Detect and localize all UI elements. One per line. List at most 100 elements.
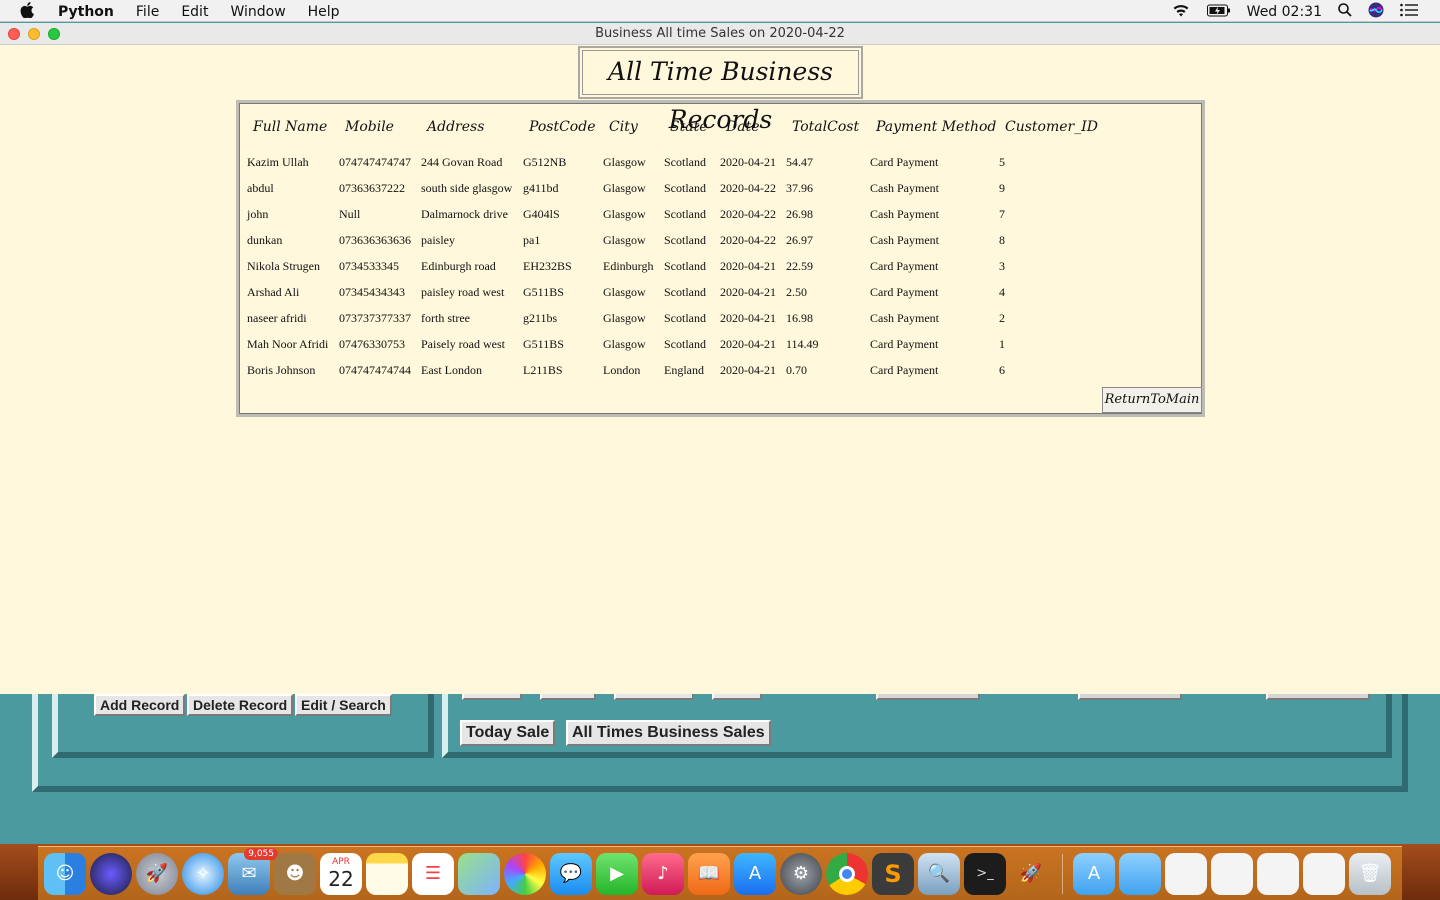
cell-full-name: john <box>247 207 269 221</box>
facetime-icon[interactable]: ▶ <box>596 852 638 895</box>
cell-customer-id: 8 <box>999 233 1005 247</box>
spotlight-search-icon[interactable] <box>1338 3 1352 21</box>
documents-folder-icon[interactable] <box>1119 852 1161 895</box>
cell-date: 2020-04-21 <box>720 259 776 273</box>
cell-mobile: 074747474744 <box>339 363 411 377</box>
today-sale-button[interactable]: Today Sale <box>460 720 556 746</box>
cell-address: forth stree <box>421 311 470 325</box>
menu-help[interactable]: Help <box>308 4 340 20</box>
cell-city: Glasgow <box>603 155 646 169</box>
cell-state: Scotland <box>664 259 706 273</box>
applications-folder-icon[interactable]: A <box>1073 852 1115 895</box>
cell-date: 2020-04-21 <box>720 155 776 169</box>
screenshot-thumbnail-icon-3[interactable] <box>1257 852 1299 895</box>
clock[interactable]: Wed 02:31 <box>1247 4 1322 20</box>
cell-date: 2020-04-22 <box>720 181 776 195</box>
col-header-postcode: PostCode <box>529 119 596 135</box>
screenshot-thumbnail-icon-2[interactable] <box>1211 852 1253 895</box>
menu-file[interactable]: File <box>136 4 159 20</box>
cell-city: Glasgow <box>603 311 646 325</box>
cell-mobile: 07476330753 <box>339 337 405 351</box>
col-header-customer-id: Customer_ID <box>1005 119 1098 135</box>
maps-icon[interactable] <box>458 852 500 895</box>
delete-record-button[interactable]: Delete Record <box>187 694 294 716</box>
chrome-icon[interactable] <box>826 852 868 895</box>
cell-mobile: 07345434343 <box>339 285 405 299</box>
cell-address: Dalmarnock drive <box>421 207 508 221</box>
cell-customer-id: 4 <box>999 285 1005 299</box>
system-preferences-icon[interactable]: ⚙ <box>780 852 822 895</box>
app-store-icon[interactable]: A <box>734 852 776 895</box>
menu-edit[interactable]: Edit <box>181 4 208 20</box>
add-record-button[interactable]: Add Record <box>94 694 186 716</box>
cell-full-name: dunkan <box>247 233 283 247</box>
cell-address: south side glasgow <box>421 181 513 195</box>
cell-postcode: g411bd <box>523 181 559 195</box>
cell-date: 2020-04-22 <box>720 233 776 247</box>
all-times-business-sales-button[interactable]: All Times Business Sales <box>566 720 771 746</box>
menu-window[interactable]: Window <box>230 4 285 20</box>
cell-full-name: Boris Johnson <box>247 363 316 377</box>
records-table-panel: Full Name Mobile Address PostCode City S… <box>236 100 1205 417</box>
cell-payment-method: Cash Payment <box>870 207 939 221</box>
cell-postcode: G511BS <box>523 285 564 299</box>
mail-icon[interactable]: ✉ 9,055 <box>228 847 278 895</box>
cell-payment-method: Cash Payment <box>870 311 939 325</box>
cell-date: 2020-04-21 <box>720 363 776 377</box>
calendar-icon[interactable]: APR 22 <box>320 852 362 895</box>
music-icon[interactable]: ♪ <box>642 852 684 895</box>
close-window-button[interactable] <box>8 28 20 40</box>
page-title: All Time Business Records <box>578 46 863 134</box>
cell-state: Scotland <box>664 233 706 247</box>
reminders-icon[interactable]: ☰ <box>412 852 454 895</box>
edit-search-button[interactable]: Edit / Search <box>295 694 392 716</box>
col-header-payment-method: Payment Method <box>876 119 997 135</box>
cell-full-name: naseer afridi <box>247 311 307 325</box>
apple-menu-icon[interactable] <box>20 2 36 22</box>
cell-customer-id: 7 <box>999 207 1005 221</box>
cell-payment-method: Cash Payment <box>870 233 939 247</box>
cell-date: 2020-04-22 <box>720 207 776 221</box>
cell-mobile: 074747474747 <box>339 155 411 169</box>
notes-icon[interactable] <box>366 852 408 895</box>
siri-dock-icon[interactable] <box>90 852 132 895</box>
safari-icon[interactable]: ✧ <box>182 852 224 895</box>
cell-city: Glasgow <box>603 233 646 247</box>
cell-payment-method: Cash Payment <box>870 181 939 195</box>
zoom-window-button[interactable] <box>48 28 60 40</box>
cell-totalcost: 2.50 <box>786 285 807 299</box>
cell-payment-method: Card Payment <box>870 363 939 377</box>
menu-app-name[interactable]: Python <box>58 4 114 20</box>
window-titlebar: Business All time Sales on 2020-04-22 <box>0 23 1440 45</box>
python-launcher-icon[interactable]: 🚀 <box>1010 853 1052 895</box>
sublime-text-icon[interactable]: S <box>872 852 914 895</box>
cell-customer-id: 2 <box>999 311 1005 325</box>
col-header-address: Address <box>427 119 485 135</box>
trash-icon[interactable]: 🗑 <box>1349 852 1391 895</box>
cell-city: Edinburgh <box>603 259 654 273</box>
col-header-city: City <box>609 119 638 135</box>
cell-totalcost: 26.97 <box>786 233 813 247</box>
wifi-icon[interactable] <box>1171 3 1191 22</box>
photos-icon[interactable] <box>504 852 546 895</box>
launchpad-icon[interactable]: 🚀 <box>136 852 178 895</box>
cell-totalcost: 114.49 <box>786 337 819 351</box>
mail-badge: 9,055 <box>244 847 278 860</box>
screenshot-thumbnail-icon[interactable] <box>1165 852 1207 895</box>
cell-postcode: G404lS <box>523 207 560 221</box>
minimize-window-button[interactable] <box>28 28 40 40</box>
cell-totalcost: 16.98 <box>786 311 813 325</box>
preview-icon[interactable]: 🔍 <box>918 852 960 895</box>
messages-icon[interactable]: 💬 <box>550 852 592 895</box>
window-title: Business All time Sales on 2020-04-22 <box>595 26 845 41</box>
cell-postcode: G512NB <box>523 155 567 169</box>
finder-icon[interactable]: ☺ <box>44 852 86 895</box>
books-icon[interactable]: 📖 <box>688 852 730 895</box>
siri-icon[interactable] <box>1368 2 1384 22</box>
terminal-icon[interactable]: >_ <box>964 852 1006 895</box>
contacts-icon[interactable]: ☻ <box>274 852 316 895</box>
notification-center-icon[interactable] <box>1400 3 1418 21</box>
return-to-main-button[interactable]: ReturnToMain <box>1102 387 1202 413</box>
battery-icon[interactable] <box>1206 4 1231 21</box>
screenshot-thumbnail-icon-4[interactable] <box>1303 852 1345 895</box>
